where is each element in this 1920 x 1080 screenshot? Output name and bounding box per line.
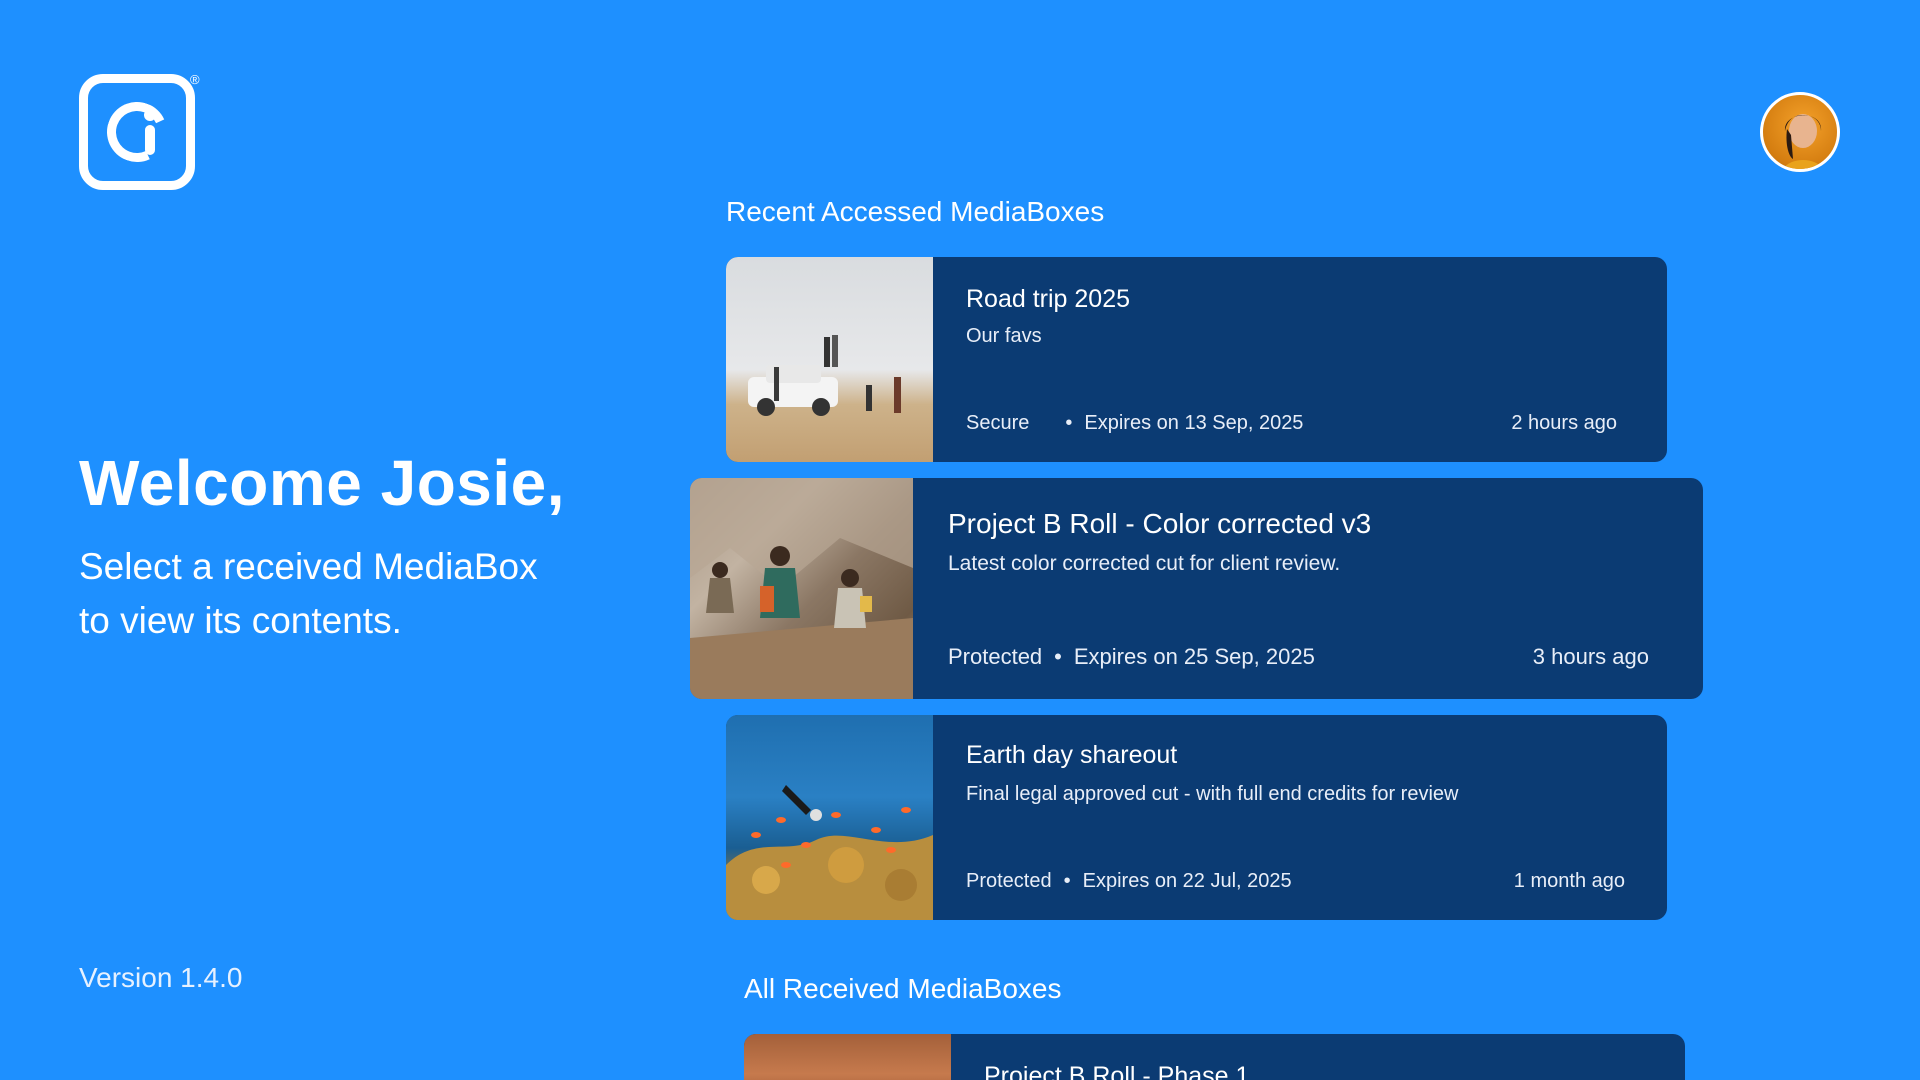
mediabox-title: Earth day shareout: [966, 741, 1178, 769]
expiry-date: Expires on 22 Jul, 2025: [1082, 870, 1292, 892]
recent-section-title: Recent Accessed MediaBoxes: [726, 196, 1105, 227]
welcome-heading: Welcome Josie,: [79, 447, 566, 519]
mediabox-card[interactable]: Project B Roll - Color corrected v3 Late…: [690, 478, 1703, 699]
logo-c-shape: [98, 93, 176, 171]
mediabox-card-body: Project B Roll - Phase 1: [951, 1034, 1685, 1080]
mediabox-card[interactable]: Road trip 2025 Our favs Secure • Expires…: [726, 257, 1667, 462]
mediabox-title: Project B Roll - Phase 1: [984, 1062, 1250, 1080]
last-accessed: 1 month ago: [1513, 870, 1625, 892]
welcome-subtitle-line-1: Select a received MediaBox: [79, 546, 538, 587]
mediabox-description: Our favs: [966, 325, 1042, 347]
mediabox-card[interactable]: Project B Roll - Phase 1: [744, 1034, 1685, 1080]
mediabox-meta: Protected • Expires on 25 Sep, 2025: [948, 644, 1315, 670]
last-accessed: 2 hours ago: [1511, 412, 1617, 434]
mediabox-thumbnail: [744, 1034, 951, 1080]
last-accessed: 3 hours ago: [1532, 644, 1649, 669]
mediabox-card-body: Project B Roll - Color corrected v3 Late…: [913, 478, 1703, 699]
mediabox-title: Project B Roll - Color corrected v3: [948, 508, 1372, 539]
app-version: Version 1.4.0: [79, 962, 243, 993]
security-status: Protected: [948, 644, 1043, 669]
registered-mark: ®: [190, 72, 200, 87]
mediabox-card-body: Road trip 2025 Our favs Secure • Expires…: [933, 257, 1667, 462]
meta-separator: •: [1054, 644, 1062, 669]
mediabox-thumbnail: [726, 715, 933, 920]
security-status: Protected: [966, 870, 1052, 892]
mediabox-meta: Protected • Expires on 22 Jul, 2025: [966, 870, 1292, 893]
coral-reef-image-icon: [726, 785, 933, 920]
mediabox-description: Final legal approved cut - with full end…: [966, 783, 1459, 805]
mediabox-meta: Secure • Expires on 13 Sep, 2025: [966, 412, 1303, 435]
security-status: Secure: [966, 412, 1030, 434]
mediabox-thumbnail: [726, 257, 933, 462]
logo-i-bar: [145, 125, 155, 155]
mediabox-title: Road trip 2025: [966, 285, 1131, 313]
expiry-date: Expires on 13 Sep, 2025: [1084, 412, 1304, 434]
meta-separator: •: [1065, 412, 1073, 434]
welcome-subtitle-line-2: to view its contents.: [79, 600, 402, 641]
user-avatar[interactable]: [1760, 92, 1840, 172]
meta-separator: •: [1063, 870, 1071, 892]
hikers-image-icon: [690, 478, 913, 699]
welcome-subtitle: Select a received MediaBox to view its c…: [79, 540, 599, 648]
app-logo: [79, 74, 195, 190]
mediabox-thumbnail: [690, 478, 913, 699]
mediabox-card-body: Earth day shareout Final legal approved …: [933, 715, 1667, 920]
expiry-date: Expires on 25 Sep, 2025: [1073, 644, 1315, 669]
mediabox-card[interactable]: Earth day shareout Final legal approved …: [726, 715, 1667, 920]
avatar-portrait-icon: [1783, 114, 1823, 169]
mediabox-description: Latest color corrected cut for client re…: [948, 552, 1341, 575]
all-section-title: All Received MediaBoxes: [744, 973, 1062, 1004]
road-trip-image-icon: [748, 335, 901, 416]
logo-i-dot: [144, 109, 156, 121]
